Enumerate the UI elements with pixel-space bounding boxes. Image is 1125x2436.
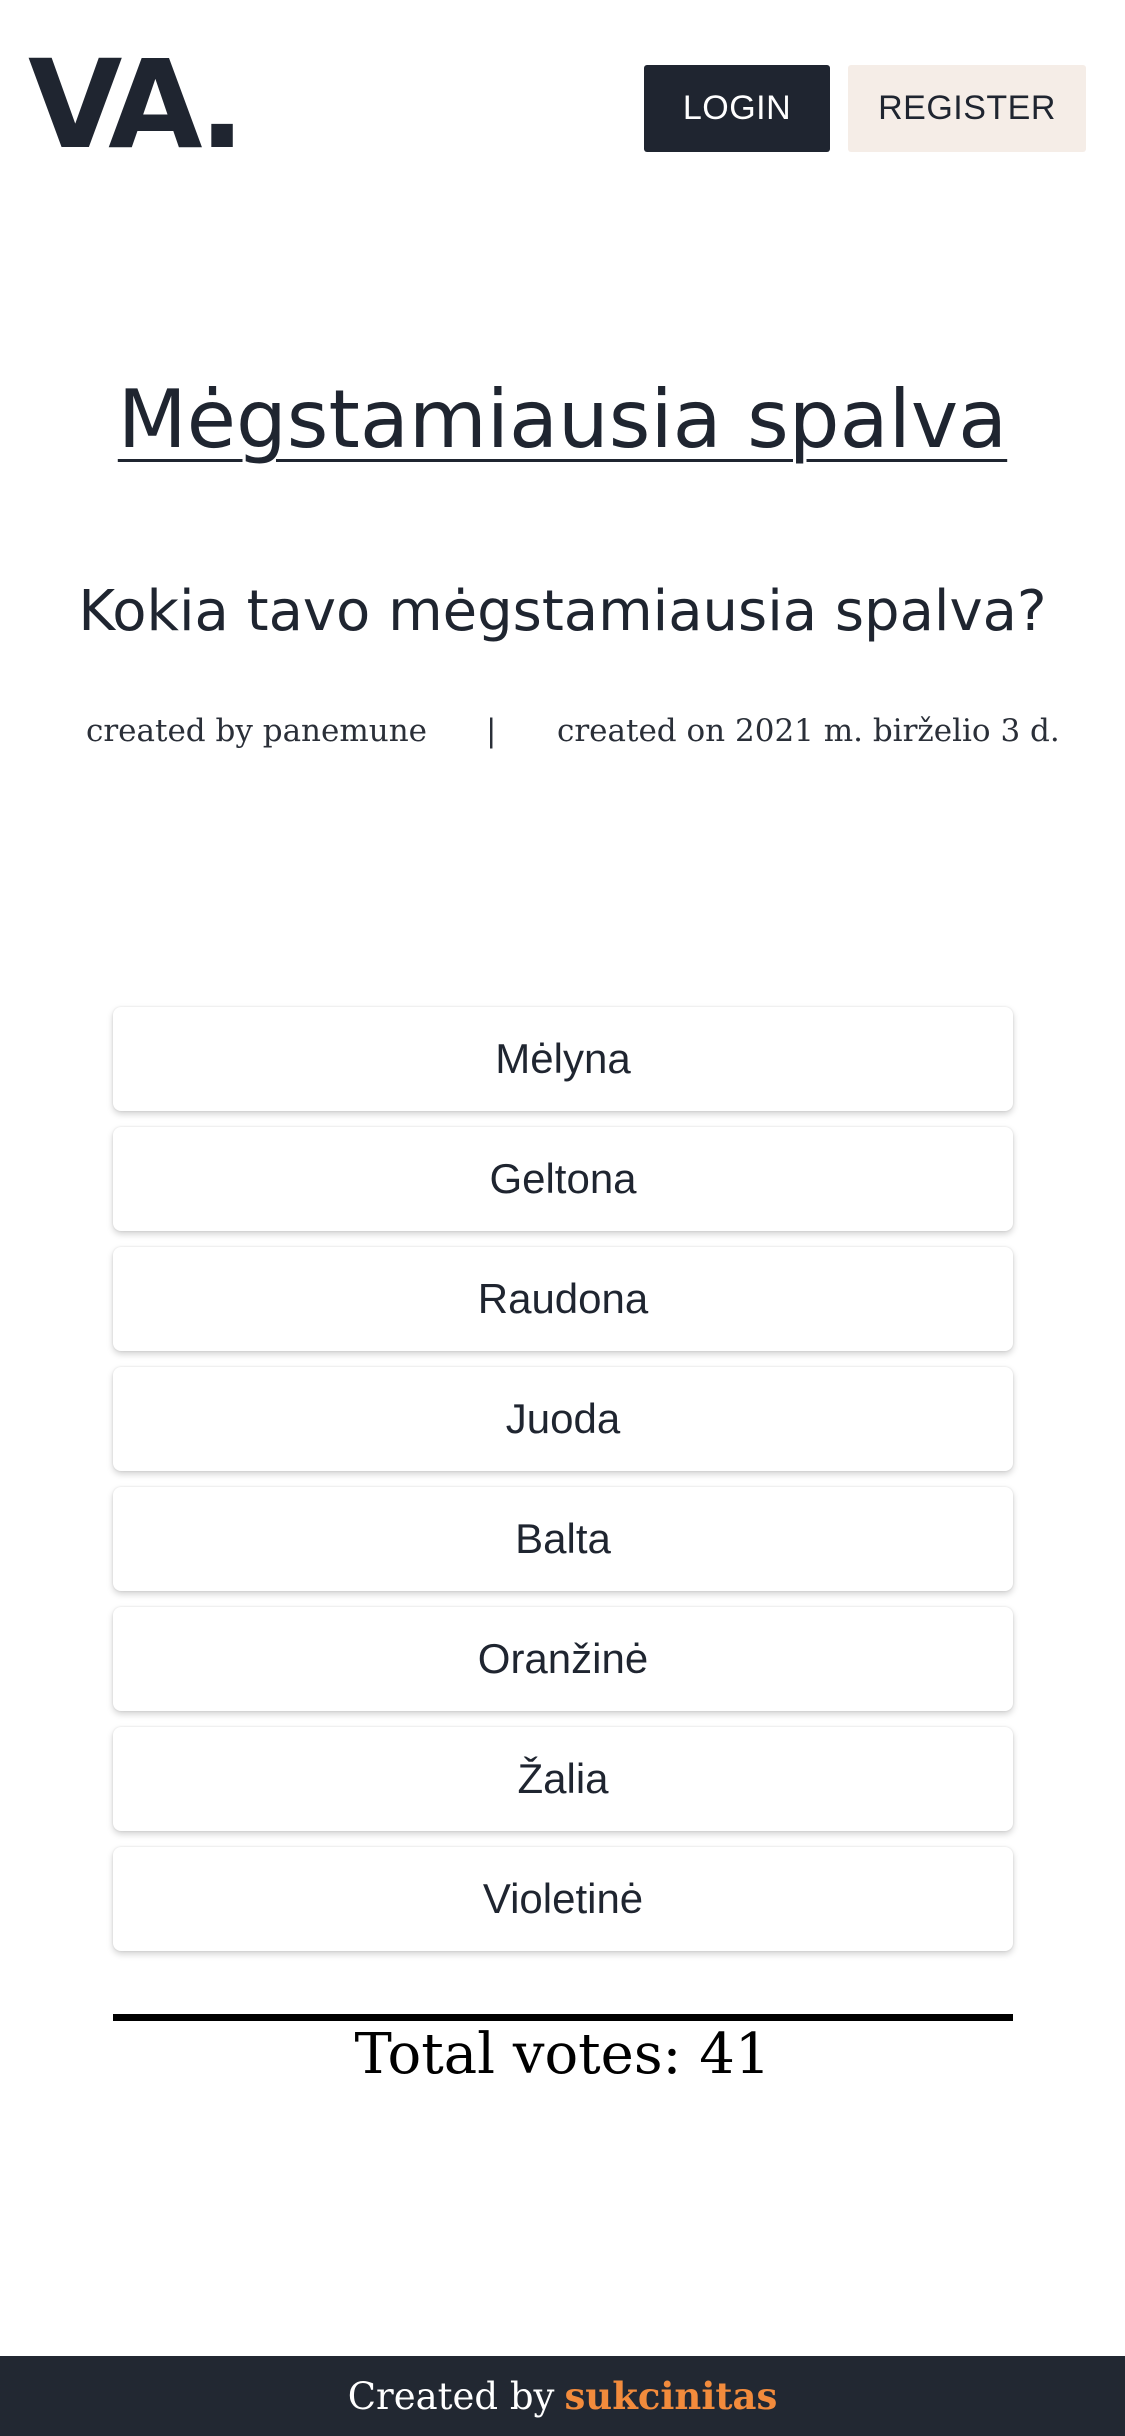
- footer-prefix: Created by: [347, 2374, 555, 2418]
- poll-option-button[interactable]: Raudona: [113, 1247, 1013, 1351]
- poll-option-button[interactable]: Oranžinė: [113, 1607, 1013, 1711]
- created-on-text: created on 2021 m. birželio 3 d.: [557, 713, 1060, 749]
- created-by-text: created by panemune: [86, 713, 428, 749]
- poll-option-button[interactable]: Balta: [113, 1487, 1013, 1591]
- site-logo[interactable]: VA.: [28, 40, 245, 170]
- poll-option-button[interactable]: Violetinė: [113, 1847, 1013, 1951]
- poll-options-list: Mėlyna Geltona Raudona Juoda Balta Oranž…: [113, 1007, 1013, 1967]
- login-button[interactable]: LOGIN: [644, 65, 830, 152]
- meta-separator: |: [486, 713, 497, 749]
- register-button[interactable]: REGISTER: [848, 65, 1086, 152]
- total-votes: Total votes: 41: [354, 2022, 771, 2087]
- poll-question: Kokia tavo mėgstamiausia spalva?: [78, 579, 1047, 644]
- poll-meta: created by panemune | created on 2021 m.…: [0, 707, 1125, 755]
- poll-option-button[interactable]: Geltona: [113, 1127, 1013, 1231]
- footer-author-link[interactable]: sukcinitas: [564, 2374, 777, 2418]
- poll-title: Mėgstamiausia spalva: [117, 373, 1008, 466]
- footer: Created by sukcinitas: [0, 2356, 1125, 2436]
- poll-option-button[interactable]: Mėlyna: [113, 1007, 1013, 1111]
- poll-option-button[interactable]: Juoda: [113, 1367, 1013, 1471]
- poll-option-button[interactable]: Žalia: [113, 1727, 1013, 1831]
